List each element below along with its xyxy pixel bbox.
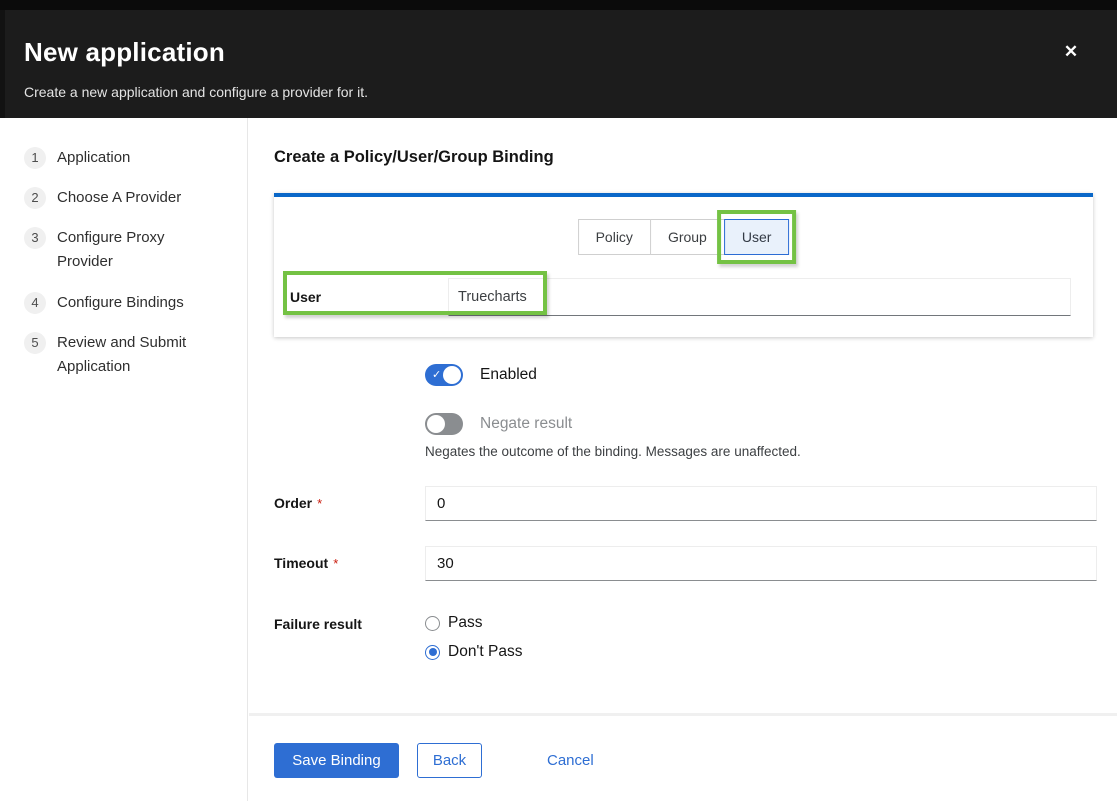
step-label: Choose A Provider (57, 186, 181, 210)
new-application-wizard: New application Create a new application… (0, 0, 1117, 801)
required-marker: * (317, 496, 322, 511)
negate-result-toggle[interactable] (425, 413, 463, 435)
back-button[interactable]: Back (417, 743, 482, 778)
order-field-label: Order * (274, 486, 322, 521)
sidebar-item-configure-proxy-provider[interactable]: 3 Configure Proxy Provider (24, 226, 207, 274)
radio-pass-label: Pass (448, 614, 482, 632)
order-input[interactable] (425, 486, 1097, 521)
sidebar-item-configure-bindings[interactable]: 4 Configure Bindings (24, 291, 184, 315)
step-number-badge: 2 (24, 187, 46, 209)
step-number-badge: 4 (24, 292, 46, 314)
radio-circle-unchecked[interactable] (425, 616, 440, 631)
tab-policy[interactable]: Policy (578, 219, 651, 255)
negate-result-toggle-label: Negate result (480, 413, 572, 435)
save-binding-button[interactable]: Save Binding (274, 743, 399, 778)
timeout-label-text: Timeout (274, 555, 328, 571)
step-label: Application (57, 146, 130, 170)
toggle-knob (427, 415, 445, 433)
page-title: Create a Policy/User/Group Binding (274, 148, 554, 167)
step-label: Review and Submit Application (57, 331, 207, 379)
radio-dont-pass[interactable]: Don't Pass (425, 643, 522, 661)
required-marker: * (333, 556, 338, 571)
radio-circle-checked[interactable] (425, 645, 440, 660)
footer-divider (249, 713, 1117, 716)
tab-user-wrapper: User (724, 219, 790, 255)
user-field-label: User (290, 278, 321, 316)
toggle-knob (443, 366, 461, 384)
cancel-button[interactable]: Cancel (539, 743, 602, 778)
user-select[interactable]: Truecharts (448, 278, 1071, 316)
backdrop-strip (0, 0, 1117, 10)
timeout-field-label: Timeout * (274, 546, 338, 581)
step-number-badge: 1 (24, 147, 46, 169)
tab-group[interactable]: Group (650, 219, 725, 255)
close-icon[interactable]: ✕ (1059, 40, 1083, 64)
radio-pass[interactable]: Pass (425, 614, 482, 632)
binding-type-tab-group: Policy Group User (578, 219, 790, 255)
modal-subtitle: Create a new application and configure a… (24, 84, 368, 100)
enabled-toggle[interactable]: ✓ (425, 364, 463, 386)
step-number-badge: 5 (24, 332, 46, 354)
tab-user[interactable]: User (724, 219, 790, 255)
timeout-input[interactable] (425, 546, 1097, 581)
binding-card: Policy Group User User Truecharts (274, 193, 1093, 337)
step-label: Configure Bindings (57, 291, 184, 315)
failure-result-label: Failure result (274, 615, 362, 633)
sidebar-item-choose-a-provider[interactable]: 2 Choose A Provider (24, 186, 181, 210)
order-label-text: Order (274, 495, 312, 511)
sidebar-item-application[interactable]: 1 Application (24, 146, 130, 170)
radio-dont-pass-label: Don't Pass (448, 643, 522, 661)
enabled-toggle-label: Enabled (480, 364, 537, 386)
check-icon: ✓ (432, 364, 441, 386)
wizard-sidebar: 1 Application 2 Choose A Provider 3 Conf… (0, 118, 248, 801)
sidebar-item-review-and-submit[interactable]: 5 Review and Submit Application (24, 331, 207, 379)
negate-result-help-text: Negates the outcome of the binding. Mess… (425, 444, 801, 459)
step-label: Configure Proxy Provider (57, 226, 207, 274)
modal-header: New application Create a new application… (0, 10, 1117, 118)
modal-title: New application (24, 37, 225, 68)
step-number-badge: 3 (24, 227, 46, 249)
